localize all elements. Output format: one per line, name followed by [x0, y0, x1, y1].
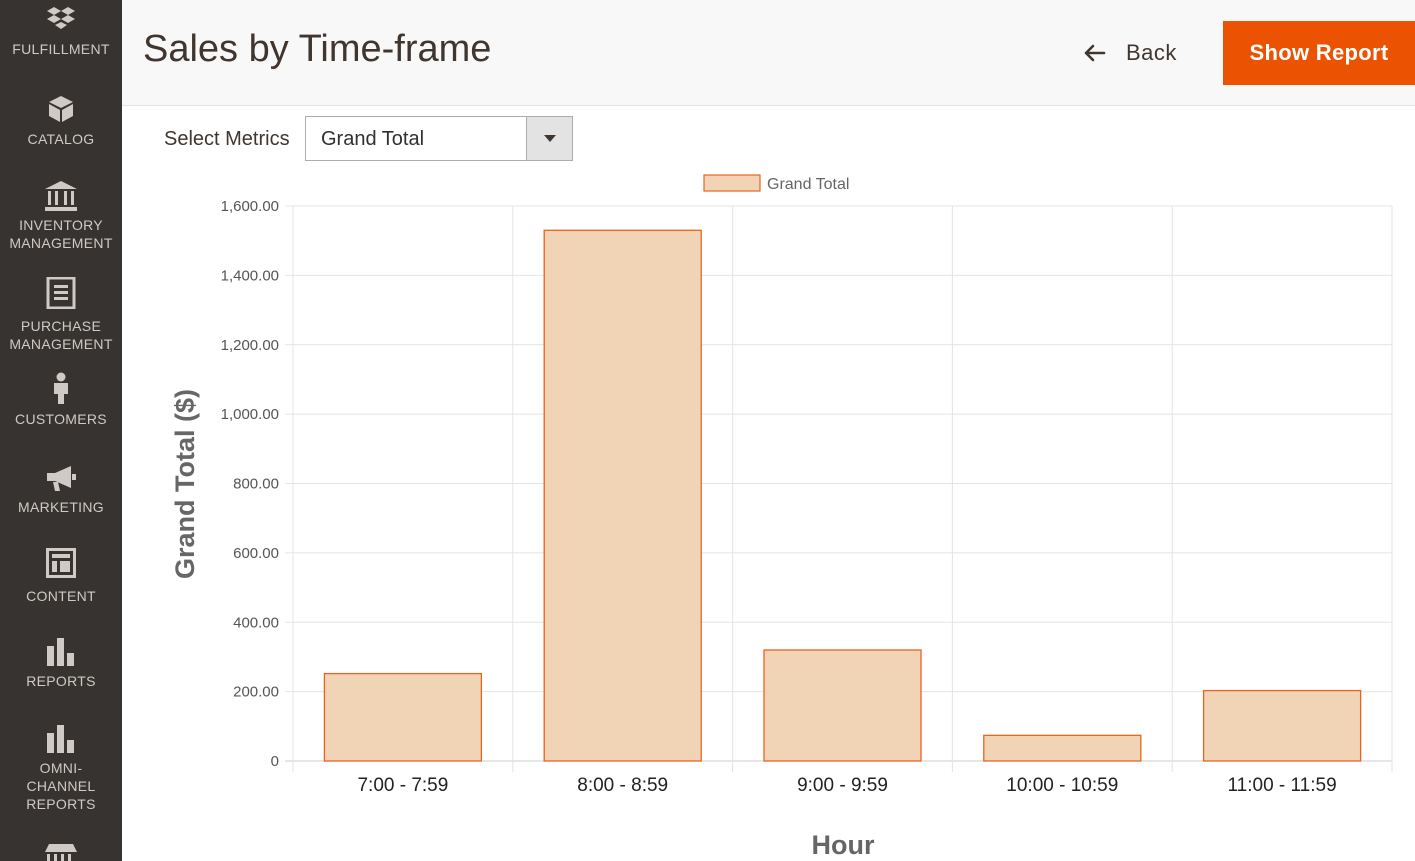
- legend-label: Grand Total: [767, 176, 849, 193]
- x-tick-label: 11:00 - 11:59: [1228, 775, 1337, 796]
- grand-total-bar-chart: 0 200.00 400.00 600.00 800.00 1,000.00 1,200.0…: [170, 174, 1393, 860]
- y-tick-label: 200.00: [233, 684, 279, 701]
- layout-icon: [46, 548, 76, 578]
- sidebar-item-label: REPORTS: [26, 673, 96, 689]
- y-tick-label: 0: [271, 753, 279, 770]
- metrics-select-value: Grand Total: [321, 128, 425, 150]
- sidebar-item-label: CONTENT: [26, 588, 96, 604]
- metrics-select[interactable]: Grand Total: [305, 116, 573, 161]
- show-report-button[interactable]: Show Report: [1223, 21, 1415, 85]
- sidebar-item-omni-channel-reports[interactable]: OMNI- CHANNEL REPORTS: [0, 723, 122, 813]
- y-tick-label: 1,000.00: [221, 406, 279, 423]
- store-icon: [45, 844, 77, 861]
- bar-chart-icon: [47, 638, 74, 666]
- sidebar-item-stores[interactable]: [0, 842, 122, 861]
- bar-7-00-7-59: [323, 672, 483, 762]
- box-stack-icon: [47, 7, 75, 29]
- sidebar-item-fulfillment[interactable]: FULFILLMENT: [0, 4, 122, 58]
- document-icon: [46, 277, 76, 309]
- sidebar-item-customers[interactable]: CUSTOMERS: [0, 372, 122, 428]
- x-axis-title: Hour: [812, 830, 875, 860]
- megaphone-icon: [47, 466, 76, 491]
- sidebar-item-label: INVENTORY MANAGEMENT: [9, 217, 113, 251]
- bar-8-00-8-59: [543, 229, 702, 762]
- x-tick-label: 10:00 - 10:59: [1006, 775, 1118, 796]
- back-button[interactable]: Back: [1084, 36, 1177, 70]
- sidebar-item-label: OMNI- CHANNEL REPORTS: [26, 760, 96, 812]
- person-icon: [54, 372, 68, 404]
- y-tick-label: 1,200.00: [221, 337, 279, 354]
- sidebar-item-purchase-management[interactable]: PURCHASE MANAGEMENT: [0, 277, 122, 353]
- bar-chart-icon: [47, 725, 74, 753]
- admin-sidebar: FULFILLMENT CATALOG INVENTORY MANAGEMENT…: [0, 0, 122, 861]
- sidebar-item-reports[interactable]: REPORTS: [0, 636, 122, 690]
- sidebar-item-label: CUSTOMERS: [15, 411, 107, 427]
- sidebar-item-label: CATALOG: [27, 131, 95, 147]
- y-tick-label: 400.00: [233, 614, 279, 631]
- page-title: Sales by Time-frame: [143, 28, 492, 70]
- y-axis-title: Grand Total ($): [170, 389, 200, 579]
- sidebar-item-label: MARKETING: [18, 499, 104, 515]
- sidebar-item-catalog[interactable]: CATALOG: [0, 94, 122, 148]
- bar-10-00-10-59: [983, 734, 1142, 762]
- legend-swatch: [703, 174, 761, 192]
- sidebar-item-inventory-management[interactable]: INVENTORY MANAGEMENT: [0, 180, 122, 252]
- sidebar-item-content[interactable]: CONTENT: [0, 548, 122, 605]
- chevron-down-icon: [544, 135, 556, 142]
- bar-11-00-11-59: [1202, 689, 1362, 762]
- sidebar-item-label: FULFILLMENT: [12, 41, 110, 57]
- x-tick-label: 9:00 - 9:59: [797, 775, 888, 796]
- y-tick-label: 1,600.00: [221, 198, 279, 215]
- y-tick-label: 800.00: [233, 476, 279, 493]
- arrow-left-icon: [1084, 44, 1106, 62]
- bank-icon: [45, 181, 77, 211]
- cube-icon: [49, 96, 73, 122]
- bar-9-00-9-59: [763, 649, 922, 762]
- y-tick-label: 600.00: [233, 545, 279, 562]
- page-header: Sales by Time-frame Back Show Report: [122, 0, 1415, 106]
- back-button-label: Back: [1126, 40, 1177, 65]
- x-tick-label: 7:00 - 7:59: [357, 775, 448, 796]
- x-tick-label: 8:00 - 8:59: [577, 775, 668, 796]
- sidebar-item-marketing[interactable]: MARKETING: [0, 464, 122, 516]
- select-metrics-label: Select Metrics: [164, 128, 290, 150]
- sidebar-item-label: PURCHASE MANAGEMENT: [9, 318, 113, 352]
- select-toggle[interactable]: [526, 117, 572, 160]
- y-tick-label: 1,400.00: [221, 267, 279, 284]
